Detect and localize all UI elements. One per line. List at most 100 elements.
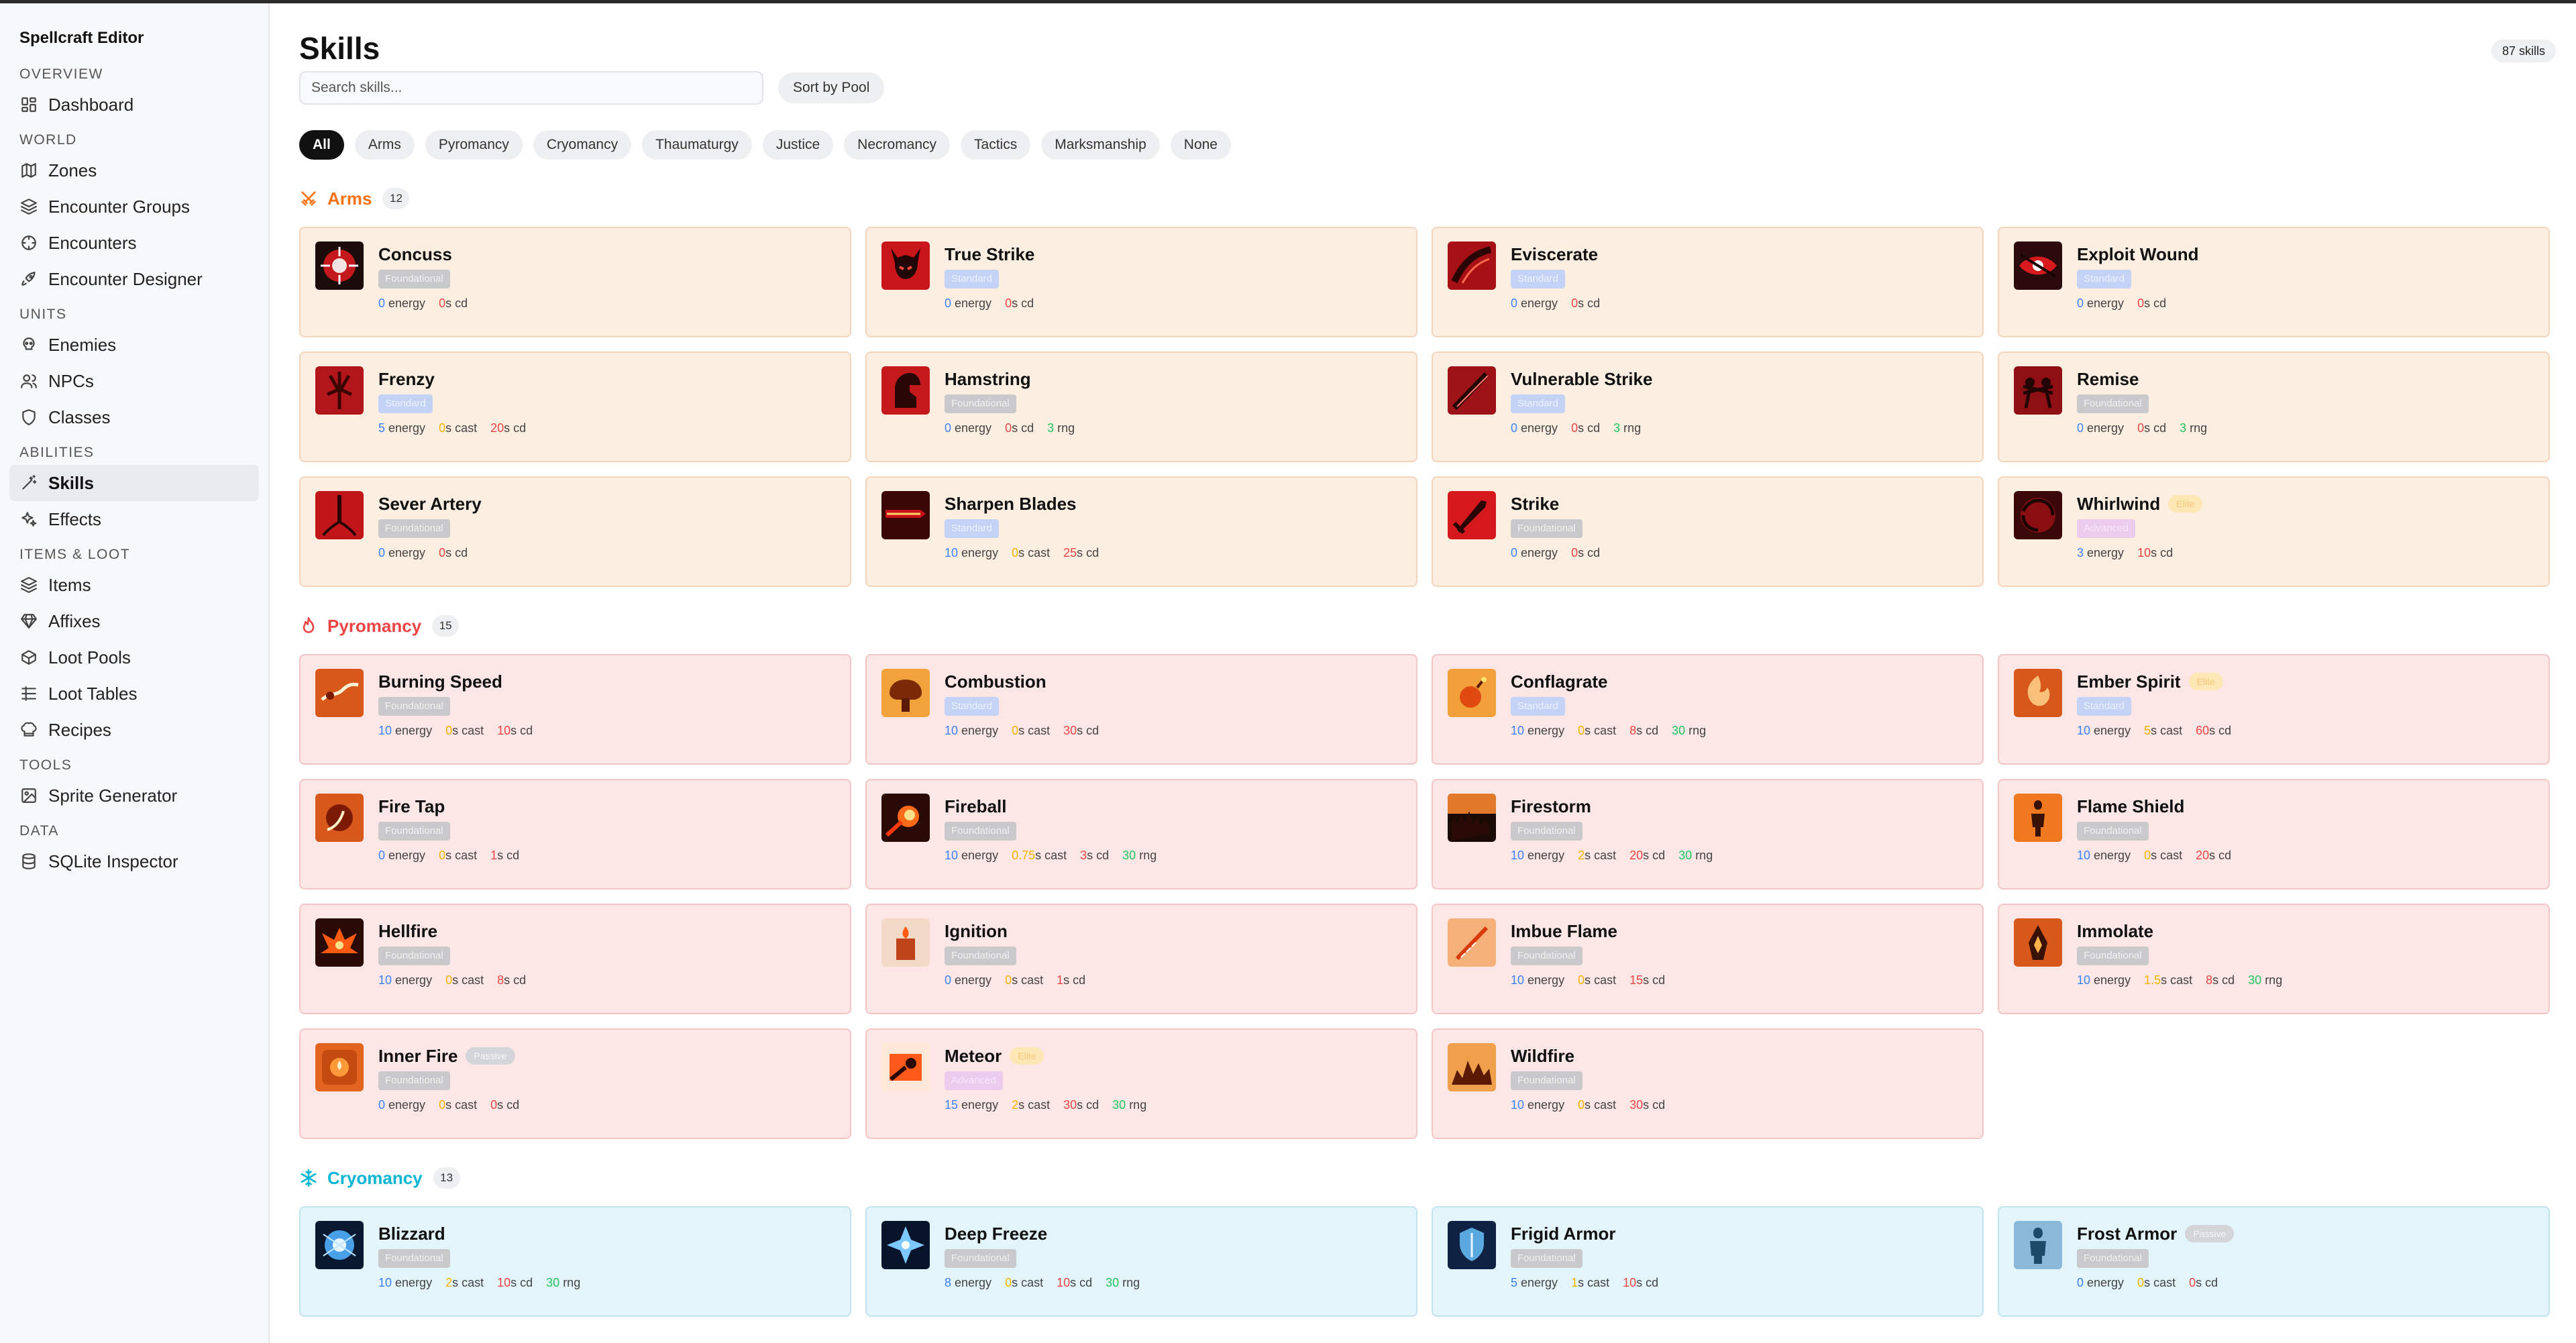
stat-cast: 0s cast [1578, 973, 1616, 987]
sidebar-item-label: SQLite Inspector [48, 851, 178, 871]
stat-cd-value: 60 [2196, 724, 2210, 737]
stat-cd-unit: s cd [1063, 973, 1086, 987]
skill-card[interactable]: Meteor Elite Advanced 15 energy 2s cast 30s c… [865, 1028, 1417, 1139]
skill-elite-badge: Elite [2188, 673, 2223, 690]
shield-icon [20, 409, 38, 426]
sidebar-item-sprite-generator[interactable]: Sprite Generator [9, 777, 259, 814]
skill-card[interactable]: Imbue Flame Foundational 10 energy 0s cast 1… [1432, 904, 1984, 1014]
sidebar-item-zones[interactable]: Zones [9, 152, 259, 189]
filter-chip-all[interactable]: All [299, 130, 344, 160]
skill-card[interactable]: Ember Spirit Elite Standard 10 energy 5s cas… [1998, 654, 2550, 765]
sidebar-item-recipes[interactable]: Recipes [9, 712, 259, 748]
stat-energy-unit: energy [1524, 724, 1565, 737]
crosshair-icon [20, 234, 38, 252]
skill-card[interactable]: Inner Fire Passive Foundational 0 energy 0s … [299, 1028, 851, 1139]
skill-card[interactable]: Conflagrate Standard 10 energy 0s cast 8s cd… [1432, 654, 1984, 765]
sidebar-item-loot-pools[interactable]: Loot Pools [9, 639, 259, 676]
stat-cd-unit: s cd [2212, 973, 2235, 987]
sidebar-item-encounters[interactable]: Encounters [9, 225, 259, 261]
sidebar-item-encounter-designer[interactable]: Encounter Designer [9, 261, 259, 297]
stat-energy-unit: energy [951, 973, 992, 987]
sort-by-pool-button[interactable]: Sort by Pool [778, 72, 885, 103]
skill-card[interactable]: Exploit Wound Standard 0 energy 0s cd [1998, 227, 2550, 337]
skill-info: True Strike Standard 0 energy 0s cd [945, 243, 1403, 311]
sidebar-item-affixes[interactable]: Affixes [9, 603, 259, 639]
skill-name: Fireball [945, 796, 1007, 816]
stat-energy-value: 0 [1511, 297, 1518, 310]
filter-chip-tactics[interactable]: Tactics [961, 130, 1031, 160]
skill-icon [1448, 669, 1496, 717]
skill-card[interactable]: Firestorm Foundational 10 energy 2s cast 20s… [1432, 779, 1984, 890]
sidebar-item-effects[interactable]: Effects [9, 501, 259, 537]
skill-card[interactable]: Sever Artery Foundational 0 energy 0s cd [299, 476, 851, 587]
skill-name-row: Burning Speed [378, 670, 837, 693]
stat-cast-value: 0.75 [1012, 849, 1036, 862]
skill-info: Concuss Foundational 0 energy 0s cd [378, 243, 837, 311]
skill-info: Exploit Wound Standard 0 energy 0s cd [2077, 243, 2535, 311]
sidebar-item-encounter-groups[interactable]: Encounter Groups [9, 189, 259, 225]
stat-energy: 0 energy [945, 297, 991, 310]
skill-card[interactable]: Fireball Foundational 10 energy 0.75s cast 3… [865, 779, 1417, 890]
page-header: Skills 87 skills [299, 3, 2556, 67]
skill-card[interactable]: Burning Speed Foundational 10 energy 0s cas… [299, 654, 851, 765]
filter-chip-none[interactable]: None [1170, 130, 1231, 160]
stat-cd-value: 30 [1629, 1098, 1644, 1112]
skill-tier-badge: Foundational [945, 1249, 1016, 1268]
filter-chip-arms[interactable]: Arms [354, 130, 415, 160]
stat-cast-value: 1.5 [2144, 973, 2161, 987]
sidebar-item-classes[interactable]: Classes [9, 399, 259, 435]
sidebar-item-sqlite-inspector[interactable]: SQLite Inspector [9, 843, 259, 879]
skill-card[interactable]: Concuss Foundational 0 energy 0s cd [299, 227, 851, 337]
skill-card[interactable]: Deep Freeze Foundational 8 energy 0s cast 10… [865, 1206, 1417, 1317]
skill-card[interactable]: Eviscerate Standard 0 energy 0s cd [1432, 227, 1984, 337]
sidebar-item-items[interactable]: Items [9, 567, 259, 603]
stat-cd-value: 0 [1005, 297, 1012, 310]
sidebar-item-npcs[interactable]: NPCs [9, 363, 259, 399]
skill-card[interactable]: Strike Foundational 0 energy 0s cd [1432, 476, 1984, 587]
stat-energy-value: 15 [945, 1098, 959, 1112]
stat-cast-value: 0 [1578, 724, 1585, 737]
skill-icon [881, 918, 930, 967]
skill-name: Frost Armor [2077, 1223, 2178, 1244]
skill-card[interactable]: Combustion Standard 10 energy 0s cast 30s cd [865, 654, 1417, 765]
skill-info: Sharpen Blades Standard 10 energy 0s cast 25… [945, 492, 1403, 560]
sidebar-item-label: Loot Tables [48, 683, 138, 704]
stat-energy-unit: energy [1517, 421, 1558, 435]
filter-chip-pyromancy[interactable]: Pyromancy [425, 130, 523, 160]
skill-card[interactable]: Frenzy Standard 5 energy 0s cast 20s cd [299, 352, 851, 462]
skill-card[interactable]: Ignition Foundational 0 energy 0s cast 1s cd [865, 904, 1417, 1014]
filter-chip-cryomancy[interactable]: Cryomancy [533, 130, 632, 160]
skill-card[interactable]: Remise Foundational 0 energy 0s cd 3 rng [1998, 352, 2550, 462]
search-input[interactable] [299, 71, 763, 105]
filter-chip-necromancy[interactable]: Necromancy [844, 130, 951, 160]
skill-icon [1448, 366, 1496, 415]
skill-card[interactable]: Sharpen Blades Standard 10 energy 0s cast 25… [865, 476, 1417, 587]
skill-card[interactable]: Frost Armor Passive Foundational 0 energy 0s… [1998, 1206, 2550, 1317]
skill-card[interactable]: Whirlwind Elite Advanced 3 energy 10s cd [1998, 476, 2550, 587]
skill-stats: 5 energy 1s cast 10s cd [1511, 1276, 1969, 1290]
stat-energy-unit: energy [958, 724, 999, 737]
sidebar-item-skills[interactable]: Skills [9, 465, 259, 501]
skill-card[interactable]: Vulnerable Strike Standard 0 energy 0s cd 3 … [1432, 352, 1984, 462]
skill-card[interactable]: Hellfire Foundational 10 energy 0s cast 8s c… [299, 904, 851, 1014]
skill-card[interactable]: Fire Tap Foundational 0 energy 0s cast 1s cd [299, 779, 851, 890]
sidebar-item-dashboard[interactable]: Dashboard [9, 87, 259, 123]
skill-tier-badge: Foundational [2077, 394, 2149, 413]
filter-chip-marksmanship[interactable]: Marksmanship [1041, 130, 1160, 160]
skill-card[interactable]: Immolate Foundational 10 energy 1.5s cast 8s… [1998, 904, 2550, 1014]
skill-card[interactable]: Blizzard Foundational 10 energy 2s cast 10s … [299, 1206, 851, 1317]
filter-chip-justice[interactable]: Justice [762, 130, 834, 160]
skill-card[interactable]: Hamstring Foundational 0 energy 0s cd 3 rng [865, 352, 1417, 462]
stat-cd-value: 0 [1005, 421, 1012, 435]
skill-card[interactable]: Wildfire Foundational 10 energy 0s cast 30s … [1432, 1028, 1984, 1139]
skill-card[interactable]: Frigid Armor Foundational 5 energy 1s cast 1… [1432, 1206, 1984, 1317]
sidebar-item-enemies[interactable]: Enemies [9, 327, 259, 363]
filter-chip-thaumaturgy[interactable]: Thaumaturgy [642, 130, 752, 160]
skill-icon [881, 1221, 930, 1269]
skill-card[interactable]: True Strike Standard 0 energy 0s cd [865, 227, 1417, 337]
stat-cd-value: 1 [1057, 973, 1064, 987]
skill-card[interactable]: Flame Shield Foundational 10 energy 0s cast… [1998, 779, 2550, 890]
sidebar-item-loot-tables[interactable]: Loot Tables [9, 676, 259, 712]
stat-energy-unit: energy [951, 421, 992, 435]
stat-cd-value: 0 [1571, 546, 1578, 559]
